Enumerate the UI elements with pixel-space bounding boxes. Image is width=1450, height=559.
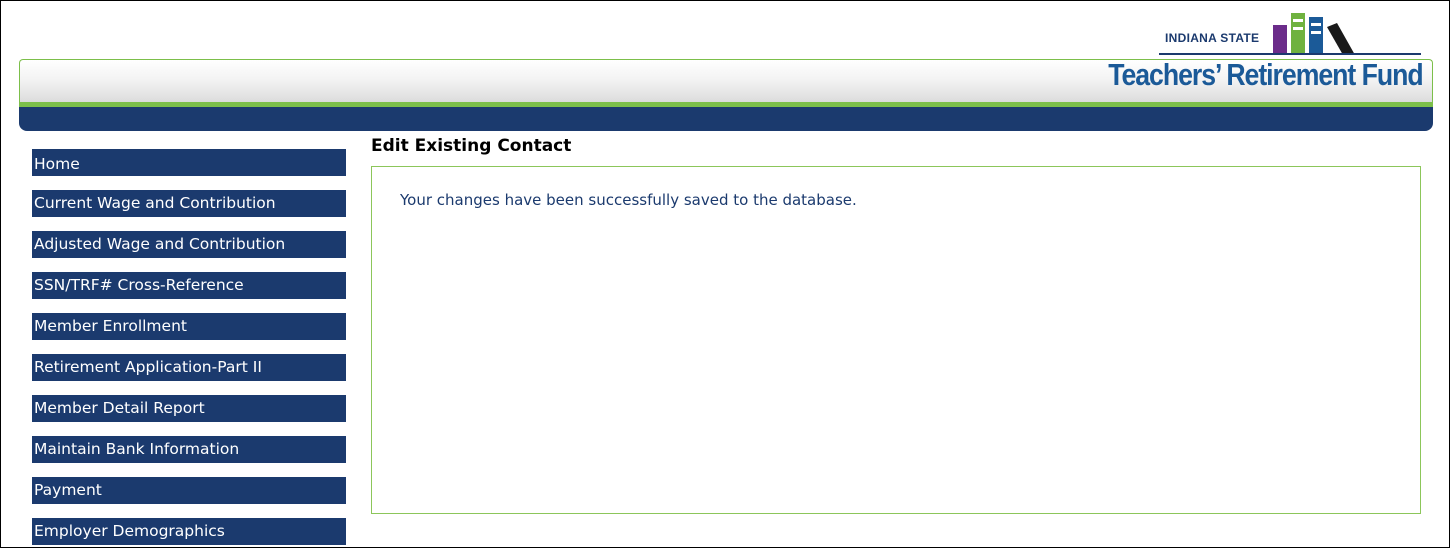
content-panel: Your changes have been successfully save… [371, 166, 1421, 514]
sidebar-item-adjusted-wage[interactable]: Adjusted Wage and Contribution [32, 231, 346, 258]
sidebar-item-member-detail-report[interactable]: Member Detail Report [32, 395, 346, 422]
header-navy-bar [19, 107, 1433, 131]
logo-state-text: INDIANA STATE [1165, 31, 1260, 45]
page-frame: INDIANA STATE Teachers’ Retirement Fund … [0, 0, 1450, 548]
trf-logo[interactable]: INDIANA STATE Teachers’ Retirement Fund [1109, 9, 1424, 101]
site-header: INDIANA STATE Teachers’ Retirement Fund [19, 1, 1433, 131]
sidebar-nav: Home Current Wage and Contribution Adjus… [32, 149, 346, 559]
success-message: Your changes have been successfully save… [400, 191, 857, 209]
sidebar-item-home[interactable]: Home [32, 149, 346, 176]
sidebar-item-member-enrollment[interactable]: Member Enrollment [32, 313, 346, 340]
sidebar-item-ssn-cross-reference[interactable]: SSN/TRF# Cross-Reference [32, 272, 346, 299]
logo-rule [1159, 53, 1421, 55]
sidebar-item-payment[interactable]: Payment [32, 477, 346, 504]
page-title: Edit Existing Contact [371, 136, 572, 156]
logo-name-text: Teachers’ Retirement Fund [1108, 57, 1424, 92]
sidebar-item-retirement-application[interactable]: Retirement Application-Part II [32, 354, 346, 381]
sidebar-item-employer-demographics[interactable]: Employer Demographics [32, 518, 346, 545]
books-logo-icon [1273, 13, 1355, 55]
sidebar-item-bank-information[interactable]: Maintain Bank Information [32, 436, 346, 463]
sidebar-item-current-wage[interactable]: Current Wage and Contribution [32, 190, 346, 217]
